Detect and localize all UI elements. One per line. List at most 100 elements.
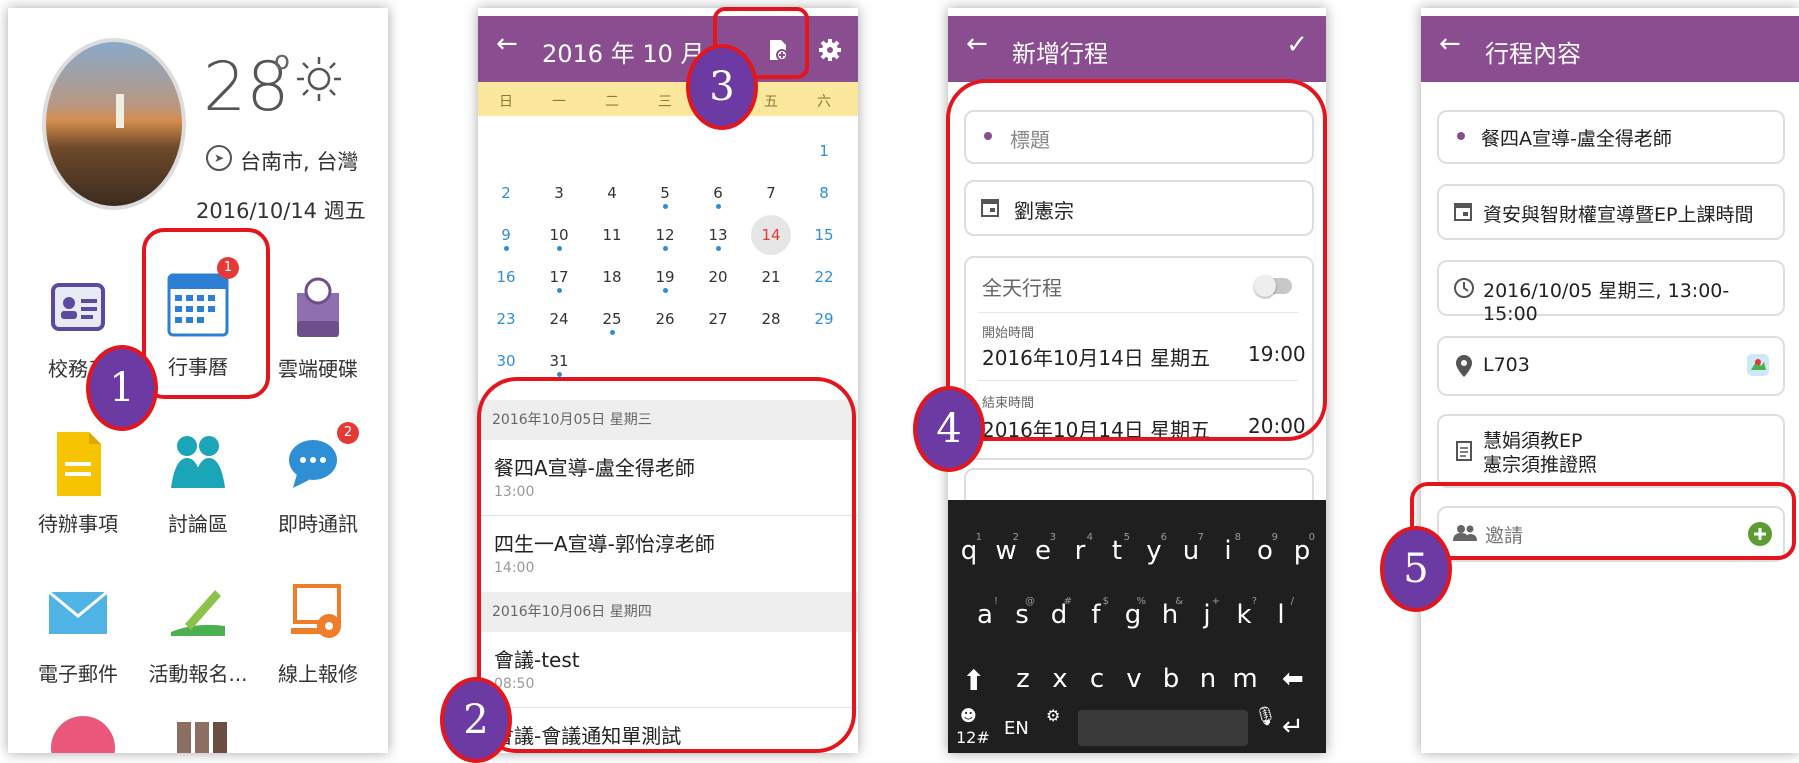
- highlight-box-1: [142, 228, 270, 399]
- key-char: c: [1089, 664, 1105, 694]
- calendar-day[interactable]: 8: [798, 184, 850, 202]
- key-h[interactable]: h &: [1155, 596, 1185, 630]
- app-tile-repair[interactable]: 線上報修: [258, 578, 378, 687]
- books-icon: [177, 722, 227, 753]
- key-q[interactable]: q1: [954, 532, 984, 566]
- backspace-icon[interactable]: ⬅: [1282, 664, 1304, 694]
- emoji-key[interactable]: ☻: [960, 706, 977, 725]
- calendar-day[interactable]: 16: [480, 268, 532, 286]
- key-char: k: [1236, 600, 1252, 630]
- app-tile-chat[interactable]: 2 即時通訊: [258, 422, 378, 537]
- event-location: L703: [1483, 354, 1530, 376]
- key-d[interactable]: d #: [1044, 596, 1074, 630]
- calendar-day[interactable]: 12: [639, 226, 691, 244]
- key-y[interactable]: y6: [1139, 532, 1169, 566]
- settings-key-icon[interactable]: ⚙: [1046, 706, 1060, 725]
- key-l[interactable]: l /: [1266, 596, 1296, 630]
- datetime-field[interactable]: 2016/10/05 星期三, 13:00-15:00: [1437, 260, 1785, 325]
- step-marker-1: 1: [86, 345, 158, 431]
- key-o[interactable]: o9: [1250, 532, 1280, 566]
- calendar-day[interactable]: 23: [480, 310, 532, 328]
- calendar-day[interactable]: 18: [586, 268, 638, 286]
- back-arrow-icon[interactable]: ←: [496, 29, 518, 59]
- language-key[interactable]: EN: [1004, 718, 1029, 739]
- settings-gear-icon[interactable]: [818, 38, 842, 62]
- microphone-icon[interactable]: 🎙: [1254, 706, 1277, 727]
- calendar-day[interactable]: 31: [533, 352, 585, 370]
- map-icon[interactable]: [1745, 352, 1771, 378]
- calendar-day[interactable]: 14: [745, 226, 797, 244]
- key-k[interactable]: k?: [1229, 596, 1259, 630]
- key-g[interactable]: g%: [1118, 596, 1148, 630]
- key-a[interactable]: a!: [970, 596, 1000, 630]
- calendar-day[interactable]: 11: [586, 226, 638, 244]
- key-p[interactable]: p0: [1287, 532, 1317, 566]
- current-date: 2016/10/14 週五: [196, 199, 366, 223]
- key-x[interactable]: x: [1045, 664, 1075, 694]
- calendar-day[interactable]: 26: [639, 310, 691, 328]
- event-dot: [716, 204, 721, 209]
- calendar-day[interactable]: 13: [692, 226, 744, 244]
- key-hint: &: [1175, 596, 1183, 607]
- key-r[interactable]: r4: [1065, 532, 1095, 566]
- key-m[interactable]: m: [1230, 664, 1260, 694]
- key-v[interactable]: v: [1119, 664, 1149, 694]
- app-tile-todo[interactable]: 待辦事項: [18, 428, 138, 537]
- symbols-key[interactable]: 12#: [956, 728, 990, 747]
- calendar-day[interactable]: 30: [480, 352, 532, 370]
- calendar-day[interactable]: 3: [533, 184, 585, 202]
- calendar-day[interactable]: 27: [692, 310, 744, 328]
- calendar-day[interactable]: 6: [692, 184, 744, 202]
- key-c[interactable]: c: [1082, 664, 1112, 694]
- key-j[interactable]: j +: [1192, 596, 1222, 630]
- event-title-field[interactable]: 餐四A宣導-盧全得老師: [1437, 110, 1785, 164]
- app-tile-forum[interactable]: 討論區: [138, 428, 258, 537]
- note-field[interactable]: 慧娟須教EP 憲宗須推證照: [1437, 414, 1785, 488]
- note-line-2: 憲宗須推證照: [1483, 454, 1598, 476]
- key-f[interactable]: f $: [1081, 596, 1111, 630]
- key-b[interactable]: b: [1156, 664, 1186, 694]
- key-z[interactable]: z: [1008, 664, 1038, 694]
- space-bar[interactable]: [1078, 710, 1248, 746]
- key-e[interactable]: e3: [1028, 532, 1058, 566]
- calendar-day[interactable]: 19: [639, 268, 691, 286]
- calendar-day[interactable]: 22: [798, 268, 850, 286]
- user-avatar[interactable]: [42, 38, 186, 210]
- key-i[interactable]: i8: [1213, 532, 1243, 566]
- shift-icon[interactable]: ⬆: [962, 664, 985, 697]
- calendar-day[interactable]: 10: [533, 226, 585, 244]
- app-label: 雲端硬碟: [278, 357, 358, 381]
- calendar-day[interactable]: 25: [586, 310, 638, 328]
- key-char: b: [1162, 664, 1180, 694]
- calendar-day[interactable]: 7: [745, 184, 797, 202]
- key-n[interactable]: n: [1193, 664, 1223, 694]
- calendar-day[interactable]: 28: [745, 310, 797, 328]
- app-tile-activity-signup[interactable]: 活動報名...: [138, 578, 258, 687]
- app-tile-email[interactable]: 電子郵件: [18, 578, 138, 687]
- people-icon: [163, 428, 233, 498]
- key-t[interactable]: t5: [1102, 532, 1132, 566]
- calendar-day[interactable]: 17: [533, 268, 585, 286]
- app-tile-cloud-drive[interactable]: 雲端硬碟: [258, 273, 378, 382]
- calendar-day[interactable]: 24: [533, 310, 585, 328]
- key-u[interactable]: u7: [1176, 532, 1206, 566]
- calendar-day[interactable]: 9: [480, 226, 532, 244]
- calendar-day[interactable]: 20: [692, 268, 744, 286]
- back-arrow-icon[interactable]: ←: [1439, 29, 1461, 59]
- calendar-day[interactable]: 5: [639, 184, 691, 202]
- back-arrow-icon[interactable]: ←: [966, 29, 988, 59]
- calendar-day[interactable]: 2: [480, 184, 532, 202]
- key-s[interactable]: s @: [1007, 596, 1037, 630]
- key-w[interactable]: w2: [991, 532, 1021, 566]
- calendar-day[interactable]: 1: [798, 142, 850, 160]
- weekday-label: 六: [817, 94, 831, 110]
- calendar-day[interactable]: 21: [745, 268, 797, 286]
- calendar-day[interactable]: 29: [798, 310, 850, 328]
- enter-icon[interactable]: ↵: [1282, 712, 1304, 742]
- calendar-day[interactable]: 15: [798, 226, 850, 244]
- key-char: j: [1203, 600, 1211, 630]
- location-field[interactable]: L703: [1437, 336, 1785, 396]
- confirm-check-icon[interactable]: ✓: [1286, 30, 1308, 60]
- calendar-day[interactable]: 4: [586, 184, 638, 202]
- calendar-name-field[interactable]: 資安與智財權宣導暨EP上課時間: [1437, 184, 1785, 240]
